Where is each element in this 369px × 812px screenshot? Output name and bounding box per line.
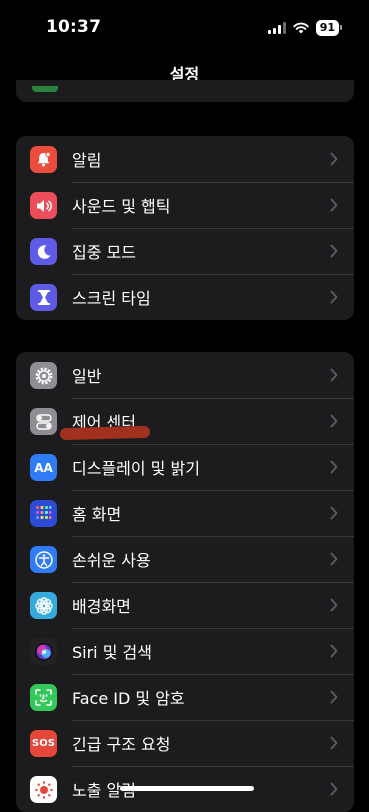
settings-row-label: 알림 xyxy=(72,151,102,170)
chevron-right-icon xyxy=(330,244,338,258)
settings-row-wallpaper[interactable]: 배경화면 xyxy=(16,582,354,628)
accessibility-icon xyxy=(30,546,57,573)
chevron-right-icon xyxy=(330,552,338,566)
face-id-icon xyxy=(30,684,57,711)
text-size-icon: AA xyxy=(30,454,57,481)
app-grid-icon xyxy=(30,500,57,527)
settings-row-general[interactable]: 일반 xyxy=(16,352,354,398)
settings-row-label: Siri 및 검색 xyxy=(72,643,152,662)
settings-row-label: 집중 모드 xyxy=(72,243,136,262)
moon-icon xyxy=(30,238,57,265)
siri-icon xyxy=(30,638,57,665)
home-indicator[interactable] xyxy=(120,786,254,791)
settings-row-emergency-sos[interactable]: SOS 긴급 구조 요청 xyxy=(16,720,354,766)
chevron-right-icon xyxy=(330,414,338,428)
toggles-icon xyxy=(30,408,57,435)
chevron-right-icon xyxy=(330,644,338,658)
status-time: 10:37 xyxy=(46,17,102,37)
chevron-right-icon xyxy=(330,782,338,796)
settings-row-notifications[interactable]: 알림 xyxy=(16,136,354,182)
chevron-right-icon xyxy=(330,598,338,612)
settings-row-label: 배경화면 xyxy=(72,597,131,616)
chevron-right-icon xyxy=(330,368,338,382)
settings-row-siri-search[interactable]: Siri 및 검색 xyxy=(16,628,354,674)
partial-settings-group xyxy=(16,80,354,102)
battery-indicator: 91 xyxy=(315,20,343,36)
settings-row-sounds-haptics[interactable]: 사운드 및 햅틱 xyxy=(16,182,354,228)
bell-icon xyxy=(30,146,57,173)
settings-row-label: 홈 화면 xyxy=(72,505,122,524)
settings-row-screen-time[interactable]: 스크린 타임 xyxy=(16,274,354,320)
settings-group-notifications: 알림 사운드 및 햅틱 집중 모드 스크린 타임 xyxy=(16,136,354,320)
red-underline-mark xyxy=(59,425,151,441)
chevron-right-icon xyxy=(330,152,338,166)
status-bar: 10:37 91 xyxy=(0,0,369,56)
chevron-right-icon xyxy=(330,460,338,474)
chevron-right-icon xyxy=(330,198,338,212)
settings-row-display-brightness[interactable]: AA 디스플레이 및 밝기 xyxy=(16,444,354,490)
hourglass-icon xyxy=(30,284,57,311)
settings-row-label: 일반 xyxy=(72,367,102,386)
speaker-icon xyxy=(30,192,57,219)
chevron-right-icon xyxy=(330,506,338,520)
flower-icon xyxy=(30,592,57,619)
settings-row-label: 디스플레이 및 밝기 xyxy=(72,459,200,478)
gear-icon xyxy=(30,362,57,389)
chevron-right-icon xyxy=(330,736,338,750)
settings-row-label: 사운드 및 햅틱 xyxy=(72,197,171,216)
settings-row-label: 손쉬운 사용 xyxy=(72,551,151,570)
settings-row-label: Face ID 및 암호 xyxy=(72,689,185,708)
settings-row-accessibility[interactable]: 손쉬운 사용 xyxy=(16,536,354,582)
settings-row-label: 스크린 타임 xyxy=(72,289,151,308)
settings-row-home-screen[interactable]: 홈 화면 xyxy=(16,490,354,536)
chevron-right-icon xyxy=(330,290,338,304)
wifi-icon xyxy=(292,22,309,34)
partial-icon xyxy=(32,86,58,92)
cellular-signal-icon xyxy=(267,22,286,34)
sos-icon: SOS xyxy=(30,730,57,757)
settings-row-focus[interactable]: 집중 모드 xyxy=(16,228,354,274)
status-icons: 91 xyxy=(267,20,343,36)
exposure-icon xyxy=(30,776,57,803)
settings-row-label: 긴급 구조 요청 xyxy=(72,735,171,754)
chevron-right-icon xyxy=(330,690,338,704)
settings-group-general: 일반 제어 센터 AA 디스플레이 및 밝기 홈 화면 손쉬운 사용 배경화면 … xyxy=(16,352,354,812)
settings-row-face-id-passcode[interactable]: Face ID 및 암호 xyxy=(16,674,354,720)
